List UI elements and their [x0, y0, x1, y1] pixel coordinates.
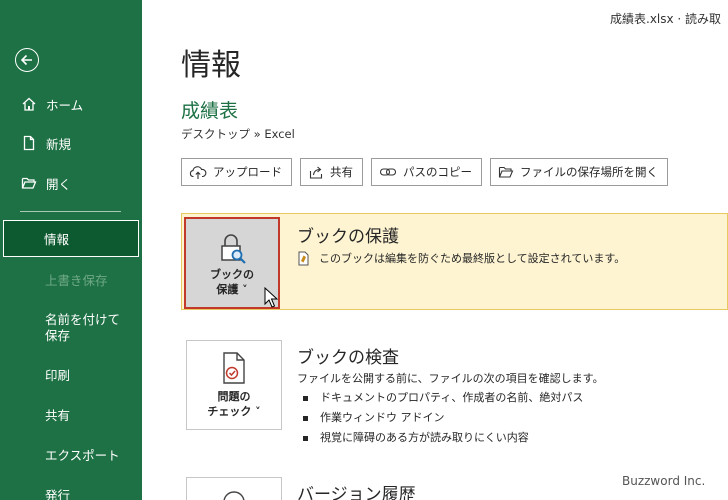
mouse-cursor-icon	[264, 287, 278, 308]
sidebar-item-save: 上書き保存	[0, 261, 142, 297]
open-location-button[interactable]: ファイルの保存場所を開く	[490, 158, 668, 186]
list-item: 視覚に障碍のある方が読み取りにくい内容	[297, 428, 583, 448]
bullet-text: 作業ウィンドウ アドイン	[320, 411, 445, 424]
doc-check-icon	[223, 352, 245, 384]
sidebar-item-label: ホーム	[46, 97, 84, 113]
sidebar-item-label: エクスポート	[45, 447, 120, 463]
sidebar-item-new[interactable]: 新規	[0, 125, 142, 161]
clock-history-icon	[223, 491, 245, 500]
inspect-bullet-list: ドキュメントのプロパティ、作成者の名前、絶対パス 作業ウィンドウ アドイン 視覚…	[297, 388, 583, 448]
bullet-icon	[303, 415, 308, 421]
protect-description-row: このブックは編集を防ぐため最終版として設定されています。	[297, 250, 625, 266]
copy-path-button[interactable]: パスのコピー	[371, 158, 482, 186]
window-title: 成績表.xlsx · 読み取	[610, 12, 722, 26]
file-actions-bar: アップロード 共有 パスのコピー ファイルの保存場所を開く	[181, 158, 668, 186]
sidebar-item-label: 上書き保存	[45, 272, 108, 288]
bullet-text: 視覚に障碍のある方が読み取りにくい内容	[320, 431, 529, 444]
home-icon	[20, 95, 38, 113]
share-label: 共有	[330, 165, 353, 179]
sidebar-item-open[interactable]: 開く	[0, 165, 142, 201]
backstage-sidebar: ホーム 新規 開く 情報 上書き保存 名前を付けて保存 印刷 共有 エクスポート…	[0, 0, 142, 500]
folder-open-icon	[20, 174, 38, 192]
version-history-button[interactable]	[186, 477, 282, 500]
sidebar-item-print[interactable]: 印刷	[0, 356, 142, 392]
upload-label: アップロード	[213, 165, 282, 179]
final-doc-icon	[298, 251, 309, 265]
lock-search-icon	[221, 234, 246, 264]
sidebar-divider	[20, 211, 121, 212]
share-icon	[309, 166, 323, 179]
new-doc-icon	[20, 134, 38, 152]
share-button[interactable]: 共有	[300, 158, 363, 186]
document-path: デスクトップ » Excel	[181, 127, 295, 141]
list-item: ドキュメントのプロパティ、作成者の名前、絶対パス	[297, 388, 583, 408]
sidebar-item-label: 印刷	[45, 367, 71, 383]
bullet-icon	[303, 435, 308, 441]
inspect-description: ファイルを公開する前に、ファイルの次の項目を確認します。	[297, 372, 604, 385]
bullet-icon	[303, 395, 308, 401]
link-icon	[379, 168, 397, 176]
sidebar-item-label: 発行	[45, 487, 71, 500]
sidebar-item-label: 情報	[44, 232, 70, 247]
inspect-button-line2: チェック ˅	[207, 405, 261, 418]
folder-icon	[498, 166, 514, 178]
back-arrow-icon	[20, 54, 32, 66]
protect-button-line1: ブックの	[210, 268, 254, 281]
inspect-button-line1: 問題の	[217, 390, 251, 403]
protect-heading: ブックの保護	[297, 227, 399, 247]
sidebar-item-export[interactable]: エクスポート	[0, 436, 142, 472]
sidebar-item-label: 名前を付けて保存	[45, 312, 121, 343]
sidebar-item-save-as[interactable]: 名前を付けて保存	[0, 312, 142, 352]
sidebar-item-label: 開く	[46, 176, 72, 192]
sidebar-item-label: 共有	[45, 407, 71, 423]
back-button[interactable]	[15, 48, 39, 72]
page-title: 情報	[181, 48, 241, 83]
version-history-heading: バージョン履歴	[297, 485, 416, 500]
list-item: 作業ウィンドウ アドイン	[297, 408, 583, 428]
document-title: 成績表	[181, 100, 239, 122]
copy-path-label: パスのコピー	[403, 165, 472, 179]
check-issues-button[interactable]: 問題の チェック ˅	[186, 340, 282, 430]
sidebar-item-info[interactable]: 情報	[3, 220, 139, 257]
protect-description: このブックは編集を防ぐため最終版として設定されています。	[319, 252, 626, 265]
open-location-label: ファイルの保存場所を開く	[520, 165, 658, 179]
sidebar-item-home[interactable]: ホーム	[0, 86, 142, 122]
cloud-upload-icon	[189, 166, 207, 179]
inspect-heading: ブックの検査	[297, 348, 399, 368]
upload-button[interactable]: アップロード	[181, 158, 292, 186]
bullet-text: ドキュメントのプロパティ、作成者の名前、絶対パス	[320, 391, 584, 404]
watermark: Buzzword Inc.	[622, 474, 706, 488]
sidebar-item-share[interactable]: 共有	[0, 396, 142, 432]
sidebar-item-publish[interactable]: 発行	[0, 476, 142, 500]
protect-button-line2: 保護 ˅	[216, 283, 248, 296]
sidebar-item-label: 新規	[46, 136, 72, 152]
